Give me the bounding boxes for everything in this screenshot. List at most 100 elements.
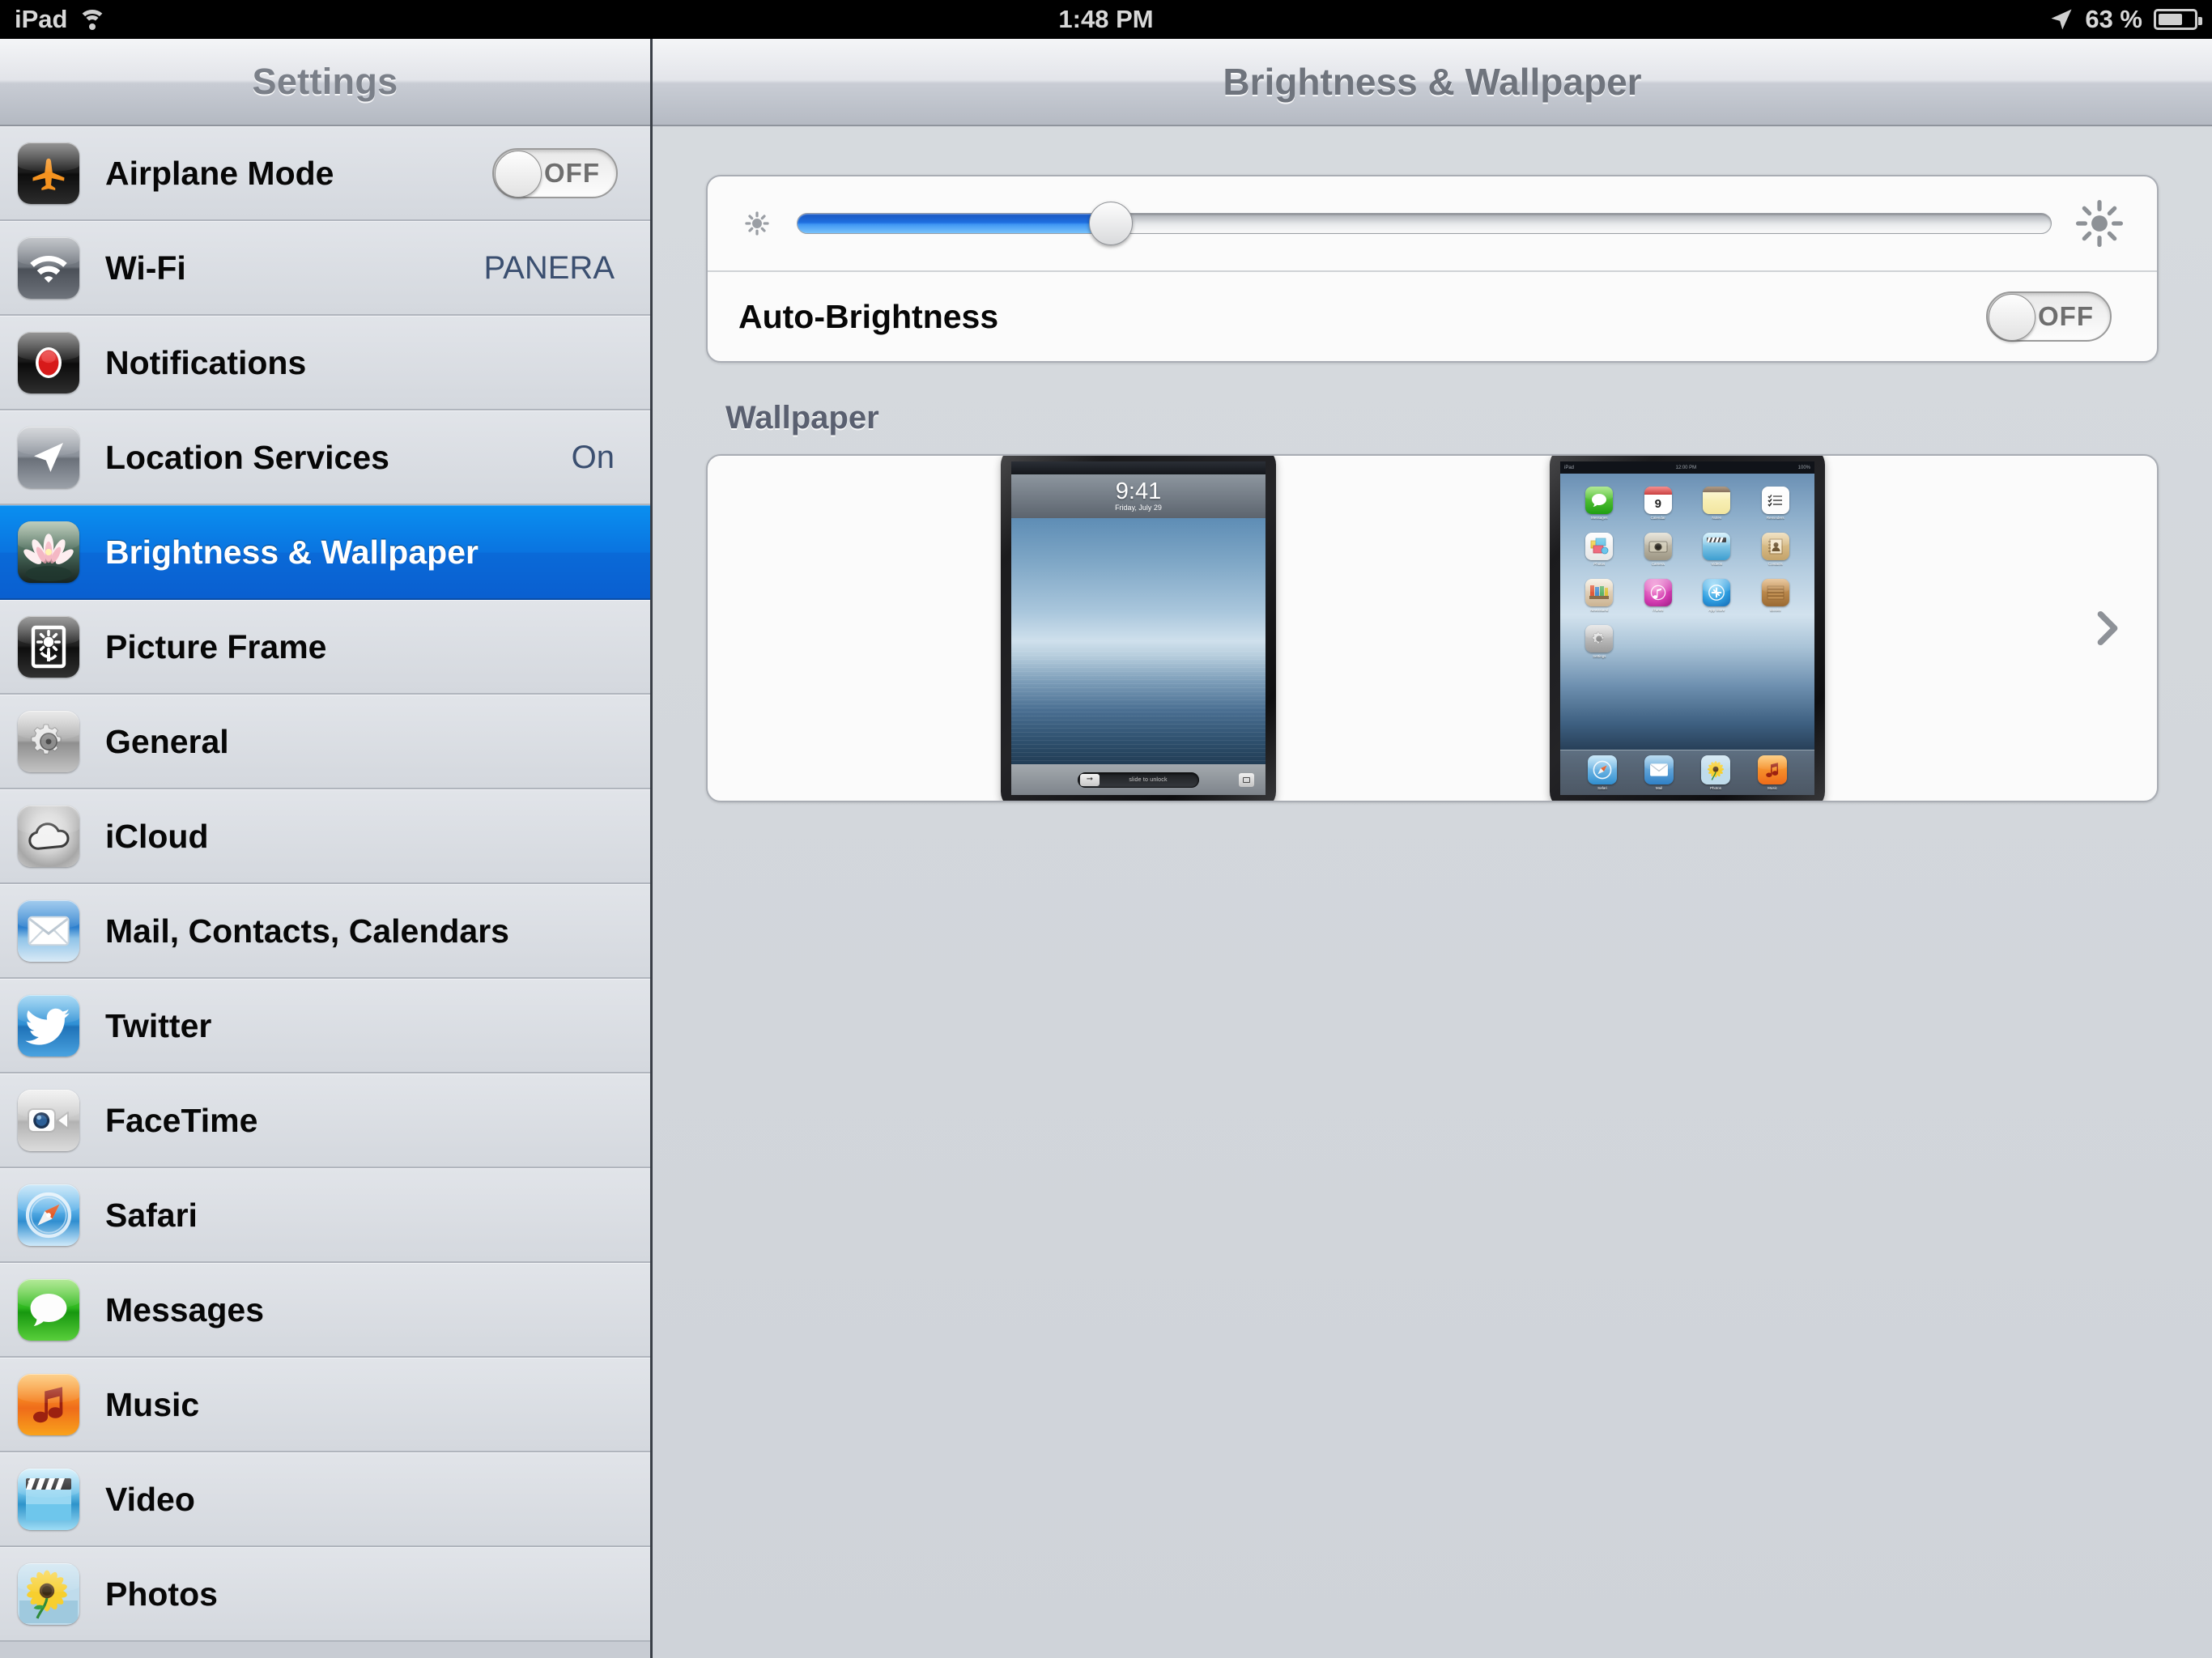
newsstand-icon [1585, 579, 1614, 606]
speech-bubble-icon [18, 1279, 79, 1341]
sidebar-item-brightness-wallpaper[interactable]: Brightness & Wallpaper [0, 505, 650, 600]
itunes-icon [1644, 579, 1672, 606]
camera-icon [1644, 533, 1672, 560]
calendar-icon: 9 [1644, 487, 1672, 514]
sidebar-item-mail-contacts-calendars[interactable]: Mail, Contacts, Calendars [0, 884, 650, 979]
lock-clock-bar: 9:41 Friday, July 29 [1011, 474, 1266, 518]
sidebar-item-label: Notifications [105, 343, 307, 381]
compass-icon [18, 1184, 79, 1246]
home-app-cell: Photos [1570, 533, 1629, 566]
sidebar-item-label: Safari [105, 1196, 198, 1234]
auto-brightness-toggle[interactable]: OFF [1986, 291, 2112, 342]
large-sun-icon [2075, 199, 2124, 248]
sidebar-item-location-services[interactable]: Location Services On [0, 410, 650, 505]
lock-screen-preview[interactable]: 9:41 Friday, July 29 ➞ slide to unlock [1001, 456, 1276, 801]
sidebar-item-label: Messages [105, 1290, 265, 1329]
sidebar-title: Settings [0, 39, 650, 126]
brightness-slider-track[interactable] [797, 202, 2052, 245]
sidebar-item-notifications[interactable]: Notifications [0, 316, 650, 410]
home-app-cell: App Store [1687, 579, 1746, 612]
wallpaper-picker-row[interactable]: 9:41 Friday, July 29 ➞ slide to unlock i… [706, 454, 2159, 802]
twitter-bird-icon [18, 995, 79, 1056]
lotus-flower-icon [18, 521, 79, 583]
clapperboard-icon [18, 1469, 79, 1530]
sidebar-item-video[interactable]: Video [0, 1452, 650, 1547]
sidebar-item-twitter[interactable]: Twitter [0, 979, 650, 1073]
airplane-mode-toggle[interactable]: OFF [492, 148, 618, 198]
battery-icon [2154, 9, 2202, 30]
gear-icon [18, 711, 79, 772]
auto-brightness-row[interactable]: Auto-Brightness OFF [708, 272, 2157, 361]
airplane-icon [18, 142, 79, 204]
location-arrow-icon [2051, 9, 2072, 30]
home-wallpaper-image: Messages 9 Calendar Notes Reminders Photos Cam… [1560, 474, 1814, 795]
sidebar-item-picture-frame[interactable]: Picture Frame [0, 600, 650, 695]
sidebar-list[interactable]: Airplane Mode OFF Wi-Fi PANERA Notifications… [0, 126, 650, 1658]
sidebar-item-general[interactable]: General [0, 695, 650, 789]
home-app-cell: Notes [1687, 487, 1746, 520]
home-dock-cell: Mail [1644, 755, 1674, 790]
device-name: iPad [15, 5, 68, 33]
brightness-slider-fill [798, 214, 1111, 233]
lock-wallpaper-image [1011, 518, 1266, 764]
lock-date: Friday, July 29 [1115, 504, 1162, 512]
home-screen-preview[interactable]: iPad 12:00 PM 100% Messages 9 Calendar Note… [1550, 456, 1825, 801]
home-app-label: Reminders [1766, 516, 1784, 520]
camera-icon[interactable] [1239, 772, 1254, 787]
home-app-label: Camera [1651, 562, 1665, 566]
home-status-left: iPad [1564, 465, 1575, 470]
home-dock-cell: Music [1758, 755, 1787, 790]
sidebar-item-wi-fi[interactable]: Wi-Fi PANERA [0, 221, 650, 316]
page-title: Brightness & Wallpaper [653, 39, 2212, 126]
lock-time: 9:41 [1115, 478, 1162, 504]
unlock-arrow-icon: ➞ [1080, 773, 1100, 786]
slide-to-unlock-label: slide to unlock [1129, 776, 1168, 783]
brightness-slider-knob[interactable] [1089, 202, 1133, 245]
sidebar-item-safari[interactable]: Safari [0, 1168, 650, 1263]
brightness-slider-row[interactable] [708, 176, 2157, 272]
home-dock-label: Photos [1709, 786, 1721, 790]
home-app-label: iTunes [1653, 608, 1664, 612]
home-app-cell: Camera [1629, 533, 1688, 566]
home-app-label: Newsstand [1590, 608, 1609, 612]
battery-percent: 63 % [2085, 5, 2142, 33]
sidebar-item-value: On [571, 439, 615, 475]
toggle-label: OFF [544, 158, 600, 188]
home-status-time: 12:00 PM [1675, 465, 1697, 470]
appstore-icon [1703, 579, 1731, 606]
compass-icon [1588, 755, 1617, 784]
brightness-card: Auto-Brightness OFF [706, 175, 2159, 363]
sidebar-item-messages[interactable]: Messages [0, 1263, 650, 1358]
home-app-cell: Newsstand [1570, 579, 1629, 612]
video-camera-icon [18, 1090, 79, 1151]
home-dock-label: Safari [1597, 786, 1607, 790]
split-view: Settings Airplane Mode OFF Wi-Fi PANERA Noti… [0, 39, 2212, 1658]
wallpaper-thumbnails: 9:41 Friday, July 29 ➞ slide to unlock i… [1001, 456, 1825, 801]
home-dock: Safari Mail Photos Music [1560, 750, 1814, 795]
sidebar-item-photos[interactable]: Photos [0, 1547, 650, 1642]
speech-bubble-icon [1585, 487, 1614, 514]
home-app-cell: iTunes [1629, 579, 1688, 612]
sidebar-item-label: Twitter [105, 1006, 212, 1044]
sidebar-item-facetime[interactable]: FaceTime [0, 1073, 650, 1168]
toggle-label: OFF [2038, 301, 2094, 331]
home-app-label: Videos [1711, 562, 1723, 566]
clapperboard-icon [1703, 533, 1731, 560]
sunflower-icon [18, 1563, 79, 1625]
slide-to-unlock-control[interactable]: ➞ slide to unlock [1078, 772, 1199, 788]
home-app-cell: Videos [1687, 533, 1746, 566]
home-app-cell: iBooks [1746, 579, 1806, 612]
wallpaper-section-header: Wallpaper [725, 400, 879, 436]
sidebar-item-icloud[interactable]: iCloud [0, 789, 650, 884]
sidebar-item-music[interactable]: Music [0, 1358, 650, 1452]
sidebar-item-airplane-mode[interactable]: Airplane Mode OFF [0, 126, 650, 221]
status-bar-left: iPad [15, 5, 107, 34]
home-app-label: Settings [1593, 654, 1606, 658]
notifications-icon [18, 332, 79, 393]
home-dock-cell: Safari [1588, 755, 1617, 790]
lock-status-bar [1011, 461, 1266, 474]
home-app-label: Contacts [1767, 562, 1783, 566]
toggle-knob [1989, 294, 2035, 341]
sidebar-item-label: Photos [105, 1575, 218, 1613]
wifi-icon [79, 8, 107, 31]
